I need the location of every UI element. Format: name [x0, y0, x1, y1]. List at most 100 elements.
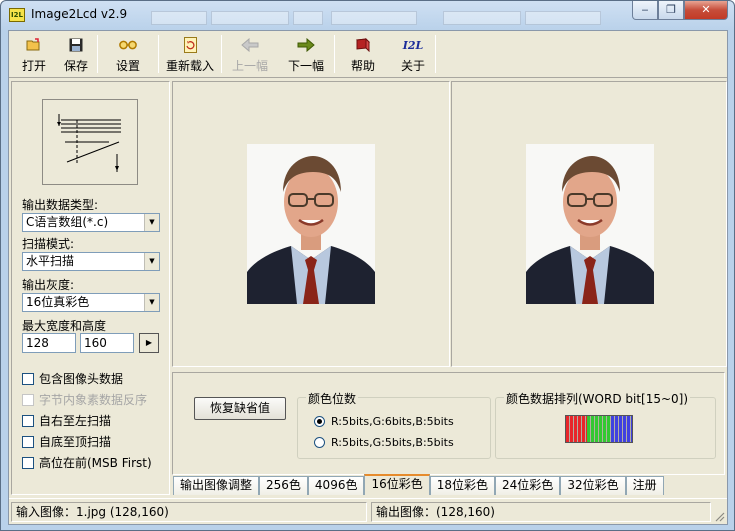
- glasses-icon: [119, 37, 137, 53]
- reverse-pixel-order-checkbox[interactable]: 字节内象素数据反序: [22, 391, 147, 408]
- app-logo-icon: I2L: [9, 8, 25, 22]
- reload-label: 重新载入: [165, 59, 214, 73]
- tab-256-color[interactable]: 256色: [259, 476, 308, 495]
- scan-mode-label: 扫描模式:: [22, 237, 75, 251]
- gray-level-select[interactable]: 16位真彩色 ▼: [22, 293, 160, 312]
- resize-grip-icon[interactable]: [713, 510, 725, 522]
- color-settings-panel: 恢复缺省值 颜色位数 R:5bits,G:6bits,B:5bits R:5bi…: [172, 372, 725, 475]
- about-label: 关于: [400, 59, 425, 73]
- next-image-button[interactable]: 下一幅: [278, 31, 334, 75]
- restore-button[interactable]: ❐: [658, 1, 684, 20]
- gray-level-value: 16位真彩色: [26, 295, 90, 309]
- msb-first-label: 高位在前(MSB First): [39, 456, 152, 470]
- max-size-label: 最大宽度和高度: [22, 319, 107, 333]
- toolbar: 打开 保存 设置 重新载入 上一幅 下一幅 帮助 I2L 关于: [9, 31, 727, 78]
- red-bits-segment: [566, 416, 587, 442]
- max-width-input[interactable]: 128: [22, 333, 76, 353]
- gray-level-label: 输出灰度:: [22, 278, 75, 292]
- tab-24bit-color[interactable]: 24位彩色: [495, 476, 561, 495]
- help-book-icon: [354, 37, 372, 53]
- output-type-label: 输出数据类型:: [22, 198, 99, 212]
- radio-selected[interactable]: [314, 416, 325, 427]
- about-logo-icon: I2L: [402, 37, 424, 53]
- apply-size-button[interactable]: ▶: [139, 333, 159, 353]
- green-bits-segment: [586, 416, 612, 442]
- close-button[interactable]: ✕: [684, 1, 728, 20]
- scan-mode-value: 水平扫描: [26, 254, 75, 268]
- checkbox-box[interactable]: [22, 435, 34, 448]
- restore-defaults-button[interactable]: 恢复缺省值: [194, 397, 286, 420]
- max-height-input[interactable]: 160: [80, 333, 134, 353]
- app-window: I2L Image2Lcd v2.9 ‒ ❐ ✕ 打开 保存 设置 重新载入 上…: [0, 0, 735, 531]
- title-bar[interactable]: I2L Image2Lcd v2.9 ‒ ❐ ✕: [1, 1, 734, 29]
- rgb565-label: R:5bits,G:6bits,B:5bits: [331, 415, 454, 428]
- open-label: 打开: [21, 59, 46, 73]
- rgb565-radio[interactable]: R:5bits,G:6bits,B:5bits: [314, 415, 454, 428]
- output-image-pane: [451, 81, 727, 367]
- rgb555-label: R:5bits,G:5bits,B:5bits: [331, 436, 454, 449]
- toolbar-separator: [435, 35, 436, 73]
- chevron-down-icon[interactable]: ▼: [144, 294, 159, 311]
- output-image: [526, 144, 654, 304]
- background-taskbar-ghost: [151, 11, 207, 25]
- tab-16bit-color[interactable]: 16位彩色: [364, 474, 430, 495]
- settings-button[interactable]: 设置: [98, 31, 158, 75]
- color-bits-group: 颜色位数 R:5bits,G:6bits,B:5bits R:5bits,G:5…: [297, 390, 491, 459]
- about-button[interactable]: I2L 关于: [391, 31, 435, 75]
- next-image-label: 下一幅: [287, 59, 324, 73]
- blue-bits-segment: [611, 416, 632, 442]
- previous-image-label: 上一幅: [231, 59, 268, 73]
- reload-button[interactable]: 重新载入: [159, 31, 221, 75]
- format-tabs: 输出图像调整 256色 4096色 16位彩色 18位彩色 24位彩色 32位彩…: [173, 474, 664, 495]
- output-type-select[interactable]: C语言数组(*.c) ▼: [22, 213, 160, 232]
- scan-mode-select[interactable]: 水平扫描 ▼: [22, 252, 160, 271]
- rgb-bit-order-bar[interactable]: [565, 415, 633, 443]
- chevron-down-icon[interactable]: ▼: [144, 214, 159, 231]
- status-bar: 输入图像：1.jpg (128,160) 输出图像：(128,160): [9, 498, 727, 524]
- background-taskbar-ghost: [525, 11, 601, 25]
- chevron-down-icon[interactable]: ▼: [144, 253, 159, 270]
- checkbox-box[interactable]: [22, 372, 34, 385]
- arrow-left-icon: [241, 37, 259, 53]
- tab-image-adjust[interactable]: 输出图像调整: [173, 476, 260, 495]
- save-label: 保存: [63, 59, 88, 73]
- right-to-left-label: 自右至左扫描: [39, 414, 112, 428]
- save-button[interactable]: 保存: [55, 31, 97, 75]
- reload-icon: [181, 37, 199, 53]
- client-area: 打开 保存 设置 重新载入 上一幅 下一幅 帮助 I2L 关于 输出数据类型: …: [8, 30, 728, 525]
- checkbox-box[interactable]: [22, 456, 34, 469]
- input-image-status: 输入图像：1.jpg (128,160): [11, 502, 367, 522]
- output-image-status: 输出图像：(128,160): [371, 502, 711, 522]
- background-taskbar-ghost: [293, 11, 323, 25]
- include-header-checkbox[interactable]: 包含图像头数据: [22, 370, 123, 387]
- help-button[interactable]: 帮助: [335, 31, 391, 75]
- tab-register[interactable]: 注册: [625, 476, 664, 495]
- rgb555-radio[interactable]: R:5bits,G:5bits,B:5bits: [314, 436, 454, 449]
- tab-4096-color[interactable]: 4096色: [307, 476, 365, 495]
- open-button[interactable]: 打开: [13, 31, 55, 75]
- scan-mode-preview: [42, 99, 138, 185]
- about-logo-text: I2L: [402, 38, 424, 52]
- radio-unselected[interactable]: [314, 437, 325, 448]
- color-order-title: 颜色数据排列(WORD bit[15~0]): [504, 390, 691, 407]
- right-to-left-checkbox[interactable]: 自右至左扫描: [22, 412, 111, 429]
- background-taskbar-ghost: [211, 11, 289, 25]
- msb-first-checkbox[interactable]: 高位在前(MSB First): [22, 454, 152, 471]
- bottom-to-top-checkbox[interactable]: 自底至顶扫描: [22, 433, 111, 450]
- floppy-disk-icon: [67, 37, 85, 53]
- background-taskbar-ghost: [443, 11, 521, 25]
- checkbox-box[interactable]: [22, 393, 34, 406]
- tab-18bit-color[interactable]: 18位彩色: [429, 476, 496, 495]
- tab-32bit-color[interactable]: 32位彩色: [560, 476, 626, 495]
- options-panel: 输出数据类型: C语言数组(*.c) ▼ 扫描模式: 水平扫描 ▼ 输出灰度: …: [11, 81, 170, 495]
- include-header-label: 包含图像头数据: [39, 372, 124, 386]
- input-image: [247, 144, 375, 304]
- color-bits-title: 颜色位数: [306, 390, 359, 407]
- checkbox-box[interactable]: [22, 414, 34, 427]
- reverse-pixel-order-label: 字节内象素数据反序: [39, 393, 148, 407]
- previous-image-button[interactable]: 上一幅: [222, 31, 278, 75]
- help-label: 帮助: [350, 59, 375, 73]
- arrow-right-icon: [297, 37, 315, 53]
- open-folder-icon: [25, 37, 43, 53]
- minimize-button[interactable]: ‒: [632, 1, 658, 20]
